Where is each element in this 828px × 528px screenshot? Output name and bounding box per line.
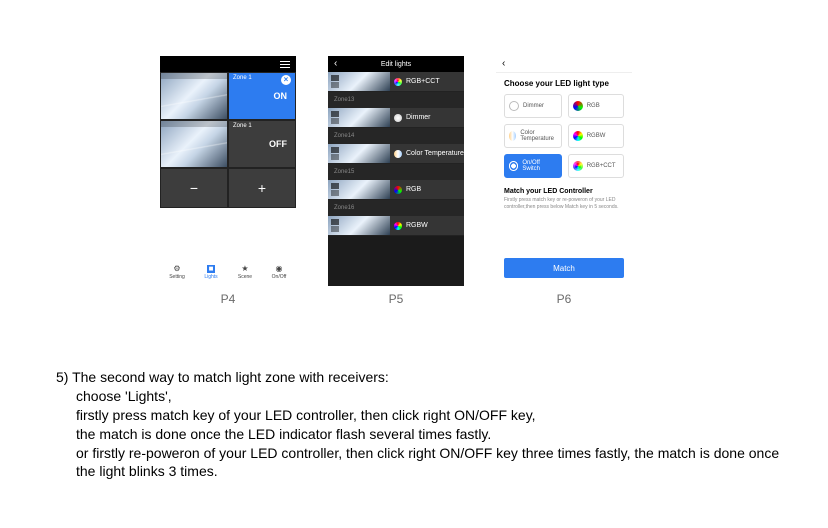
dimmer-icon — [509, 101, 519, 111]
list-item[interactable]: Color Temperature — [328, 144, 464, 164]
option-rgb[interactable]: RGB — [568, 94, 624, 118]
zone-divider: Zone15 — [328, 164, 464, 180]
zone-state-off: OFF — [269, 139, 287, 149]
nav-label: Scene — [238, 274, 252, 280]
instr-line: choose 'Lights', — [56, 387, 788, 406]
option-rgbcct[interactable]: RGB+CCT — [568, 154, 624, 178]
rgbw-icon — [573, 131, 583, 141]
zone-divider: Zone16 — [328, 200, 464, 216]
option-dimmer[interactable]: Dimmer — [504, 94, 562, 118]
instr-line: the match is done once the LED indicator… — [56, 425, 788, 444]
zone-tile-off[interactable]: Zone 1 OFF — [228, 120, 296, 168]
caption-p6: P6 — [496, 292, 632, 306]
option-label: RGB — [587, 103, 600, 109]
caption-p4: P4 — [160, 292, 296, 306]
screenshots-row: Zone 1 × ON Zone 1 OFF − + ⚙Setting ■Lig… — [160, 56, 632, 306]
star-icon: ★ — [241, 265, 249, 273]
screenshot-p5: ‹ Edit lights RGB+CCT Zone13 Dimmer Zone… — [328, 56, 464, 306]
light-type-label: RGB+CCT — [406, 78, 440, 85]
p6-heading: Choose your LED light type — [496, 73, 632, 94]
rgbcct-icon — [394, 78, 402, 86]
zone-thumbnail — [328, 180, 390, 199]
instr-line: or firstly re-poweron of your LED contro… — [56, 444, 788, 482]
zone-thumbnail — [328, 108, 390, 127]
p6-header: ‹ — [496, 56, 632, 73]
nav-label: Setting — [169, 274, 185, 280]
rgb-icon — [394, 186, 402, 194]
rgbw-icon — [394, 222, 402, 230]
square-icon: ■ — [207, 265, 215, 273]
plus-button[interactable]: + — [228, 168, 296, 208]
back-icon[interactable]: ‹ — [502, 58, 505, 69]
option-onoff-switch[interactable]: On/Off Switch — [504, 154, 562, 178]
zone-tile-on[interactable]: Zone 1 × ON — [228, 72, 296, 120]
nav-label: Lights — [204, 274, 217, 280]
light-type-label: Color Temperature — [406, 150, 464, 157]
light-type-label: RGBW — [406, 222, 428, 229]
zone-thumbnail — [328, 144, 390, 163]
light-type-grid: Dimmer RGB Color Temperature RGBW On/Off… — [496, 94, 632, 178]
p4-bottom-nav: ⚙Setting ■Lights ★Scene ◉On/Off — [160, 258, 296, 286]
match-instructions: Firstly press match key or re-poweron of… — [496, 197, 632, 210]
p4-zone-grid: Zone 1 × ON Zone 1 OFF − + — [160, 72, 296, 208]
option-label: Dimmer — [523, 103, 544, 109]
p5-header: ‹ Edit lights — [328, 56, 464, 72]
list-item[interactable]: RGBW — [328, 216, 464, 236]
option-label: RGBW — [587, 133, 606, 139]
zone-thumbnail — [328, 216, 390, 235]
color-temperature-icon — [509, 131, 516, 141]
nav-setting[interactable]: ⚙Setting — [160, 258, 194, 286]
option-label: On/Off Switch — [522, 160, 556, 172]
gear-icon: ⚙ — [173, 265, 181, 273]
zone-thumbnail — [328, 72, 390, 91]
power-icon: ◉ — [275, 265, 283, 273]
match-button[interactable]: Match — [504, 258, 624, 278]
option-label: RGB+CCT — [587, 163, 616, 169]
rgb-icon — [573, 101, 583, 111]
light-type-label: RGB — [406, 186, 421, 193]
nav-scene[interactable]: ★Scene — [228, 258, 262, 286]
list-item[interactable]: RGB+CCT — [328, 72, 464, 92]
phone-p4: Zone 1 × ON Zone 1 OFF − + ⚙Setting ■Lig… — [160, 56, 296, 286]
caption-p5: P5 — [328, 292, 464, 306]
option-color-temperature[interactable]: Color Temperature — [504, 124, 562, 148]
list-item[interactable]: Dimmer — [328, 108, 464, 128]
nav-lights[interactable]: ■Lights — [194, 258, 228, 286]
screenshot-p6: ‹ Choose your LED light type Dimmer RGB … — [496, 56, 632, 306]
p4-header — [160, 56, 296, 72]
instr-line: firstly press match key of your LED cont… — [56, 406, 788, 425]
zone-divider: Zone14 — [328, 128, 464, 144]
nav-onoff[interactable]: ◉On/Off — [262, 258, 296, 286]
document-page: Zone 1 × ON Zone 1 OFF − + ⚙Setting ■Lig… — [0, 0, 828, 528]
instr-line: 5) The second way to match light zone wi… — [56, 368, 788, 387]
phone-p6: ‹ Choose your LED light type Dimmer RGB … — [496, 56, 632, 286]
zone-thumbnail[interactable] — [160, 72, 228, 120]
rgbcct-icon — [573, 161, 583, 171]
zone-state-on: ON — [274, 91, 288, 101]
menu-icon[interactable] — [280, 61, 290, 68]
back-icon[interactable]: ‹ — [334, 58, 337, 69]
close-icon[interactable]: × — [281, 75, 291, 85]
nav-label: On/Off — [272, 274, 287, 280]
screenshot-p4: Zone 1 × ON Zone 1 OFF − + ⚙Setting ■Lig… — [160, 56, 296, 306]
zone-divider: Zone13 — [328, 92, 464, 108]
light-type-label: Dimmer — [406, 114, 431, 121]
zone-label: Zone 1 — [233, 123, 252, 129]
p5-title: Edit lights — [381, 61, 411, 68]
color-temperature-icon — [394, 150, 402, 158]
option-rgbw[interactable]: RGBW — [568, 124, 624, 148]
p5-list: RGB+CCT Zone13 Dimmer Zone14 Color Tempe… — [328, 72, 464, 236]
list-item[interactable]: RGB — [328, 180, 464, 200]
instruction-text: 5) The second way to match light zone wi… — [56, 368, 788, 481]
power-icon — [509, 161, 518, 171]
match-subheading: Match your LED Controller — [496, 178, 632, 197]
minus-button[interactable]: − — [160, 168, 228, 208]
zone-label: Zone 1 — [233, 75, 252, 81]
phone-p5: ‹ Edit lights RGB+CCT Zone13 Dimmer Zone… — [328, 56, 464, 286]
dimmer-icon — [394, 114, 402, 122]
zone-thumbnail[interactable] — [160, 120, 228, 168]
option-label: Color Temperature — [520, 130, 556, 142]
